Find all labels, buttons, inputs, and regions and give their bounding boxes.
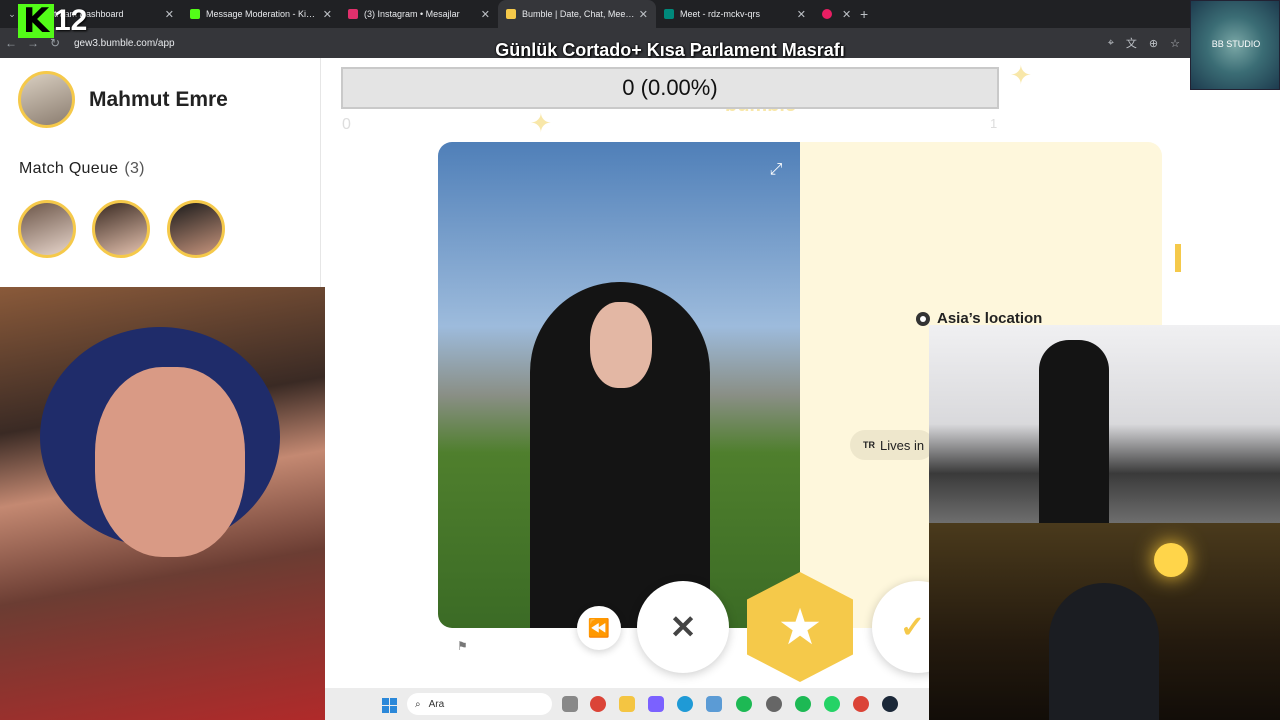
- copilot-icon[interactable]: [648, 696, 664, 712]
- spotify-icon[interactable]: [795, 696, 811, 712]
- task-view-icon[interactable]: [562, 696, 578, 712]
- chrome-icon[interactable]: [590, 696, 606, 712]
- tab-instagram[interactable]: (3) Instagram • Mesajlar ✕: [340, 0, 498, 28]
- lives-in-text: Lives in: [880, 437, 925, 453]
- tab-bumble[interactable]: Bumble | Date, Chat, Meet New ✕: [498, 0, 656, 28]
- match-queue-label: Match Queue: [19, 160, 119, 177]
- edge-icon[interactable]: [677, 696, 693, 712]
- match-queue-heading: Match Queue (3): [19, 160, 145, 178]
- browser-tab-bar: ⌄ Stream Dashboard ✕ Message Moderation …: [0, 0, 1280, 28]
- viewer-count: 12: [54, 4, 88, 37]
- webcam-person: [1049, 583, 1159, 720]
- kick-icon: [190, 9, 200, 19]
- country-code: TR: [863, 440, 875, 450]
- profile-photo[interactable]: ⤢: [438, 142, 800, 628]
- location-pin-icon: [916, 311, 930, 326]
- expand-icon[interactable]: ⤢: [768, 162, 784, 178]
- webcam-face: [95, 367, 245, 557]
- sparkle-icon: ✦: [530, 108, 552, 138]
- photo-face: [590, 302, 652, 388]
- tab-kick-moderation[interactable]: Message Moderation - Kick Da ✕: [182, 0, 340, 28]
- store-icon[interactable]: [706, 696, 722, 712]
- rewind-icon: ⏪: [587, 617, 611, 638]
- taskbar-search-placeholder: Ara: [428, 698, 445, 710]
- webcam-lamp: [1154, 543, 1188, 577]
- webcam-left: [0, 287, 325, 720]
- star-icon: ★: [777, 599, 823, 655]
- taskbar: ⌕ Ara: [325, 688, 929, 720]
- bumble-icon: [506, 9, 516, 19]
- lives-in-chip: TR Lives in: [850, 430, 935, 460]
- close-icon: ✕: [669, 609, 697, 645]
- taskbar-search[interactable]: ⌕ Ara: [407, 693, 552, 715]
- tab-meet[interactable]: Meet - rdz-mckv-qrs ✕: [656, 0, 814, 28]
- match-queue-avatar[interactable]: [92, 200, 150, 258]
- close-icon[interactable]: ✕: [481, 8, 490, 21]
- tab-title: Bumble | Date, Chat, Meet New: [522, 9, 635, 19]
- progress-text: 0 (0.00%): [622, 75, 718, 100]
- search-icon: ⌕: [415, 698, 421, 710]
- kick-logo: K: [18, 4, 54, 38]
- studio-logo: BB STUDIO: [1190, 0, 1280, 90]
- record-icon: [822, 9, 832, 19]
- screen: ⌄ Stream Dashboard ✕ Message Moderation …: [0, 0, 1280, 720]
- donation-progress-bar: 0 (0.00%): [341, 67, 999, 109]
- close-icon[interactable]: ✕: [323, 8, 332, 21]
- user-avatar[interactable]: [18, 71, 75, 128]
- match-queue-avatar[interactable]: [18, 200, 76, 258]
- webcam-bottom-right: [929, 523, 1280, 720]
- progress-max-label: 1: [990, 116, 998, 131]
- match-queue-count: (3): [124, 160, 145, 177]
- app-icon[interactable]: [766, 696, 782, 712]
- close-icon[interactable]: ✕: [165, 8, 174, 21]
- user-name[interactable]: Mahmut Emre: [89, 88, 228, 112]
- close-icon[interactable]: ✕: [842, 8, 851, 21]
- webcam-top-right: [929, 325, 1280, 523]
- webcam-figure: [1039, 340, 1109, 523]
- sparkle-icon: ✦: [1010, 60, 1032, 90]
- close-icon[interactable]: ✕: [797, 8, 806, 21]
- studio-label: BB STUDIO: [1211, 39, 1261, 49]
- progress-min-label: 0: [342, 116, 351, 133]
- flag-icon[interactable]: ⚑: [457, 639, 468, 653]
- meet-icon: [664, 9, 674, 19]
- instagram-icon: [348, 9, 358, 19]
- file-explorer-icon[interactable]: [619, 696, 635, 712]
- stream-goal-title: Günlük Cortado+ Kısa Parlament Masrafı: [495, 40, 845, 60]
- steam-icon[interactable]: [882, 696, 898, 712]
- tab-title: Message Moderation - Kick Da: [206, 9, 319, 19]
- tab-title: Meet - rdz-mckv-qrs: [680, 9, 761, 19]
- windows-start-icon[interactable]: [382, 698, 397, 713]
- match-queue-avatar[interactable]: [167, 200, 225, 258]
- chrome-icon[interactable]: [853, 696, 869, 712]
- spotify-icon[interactable]: [736, 696, 752, 712]
- tab-title: (3) Instagram • Mesajlar: [364, 9, 460, 19]
- close-icon[interactable]: ✕: [639, 8, 648, 21]
- whatsapp-icon[interactable]: [824, 696, 840, 712]
- tab-record[interactable]: ✕: [814, 0, 854, 28]
- new-tab-button[interactable]: +: [860, 6, 868, 22]
- scroll-indicator[interactable]: [1175, 244, 1181, 272]
- pass-button[interactable]: ✕: [637, 581, 729, 673]
- check-icon: ✓: [900, 610, 926, 644]
- rewind-button[interactable]: ⏪: [577, 606, 621, 650]
